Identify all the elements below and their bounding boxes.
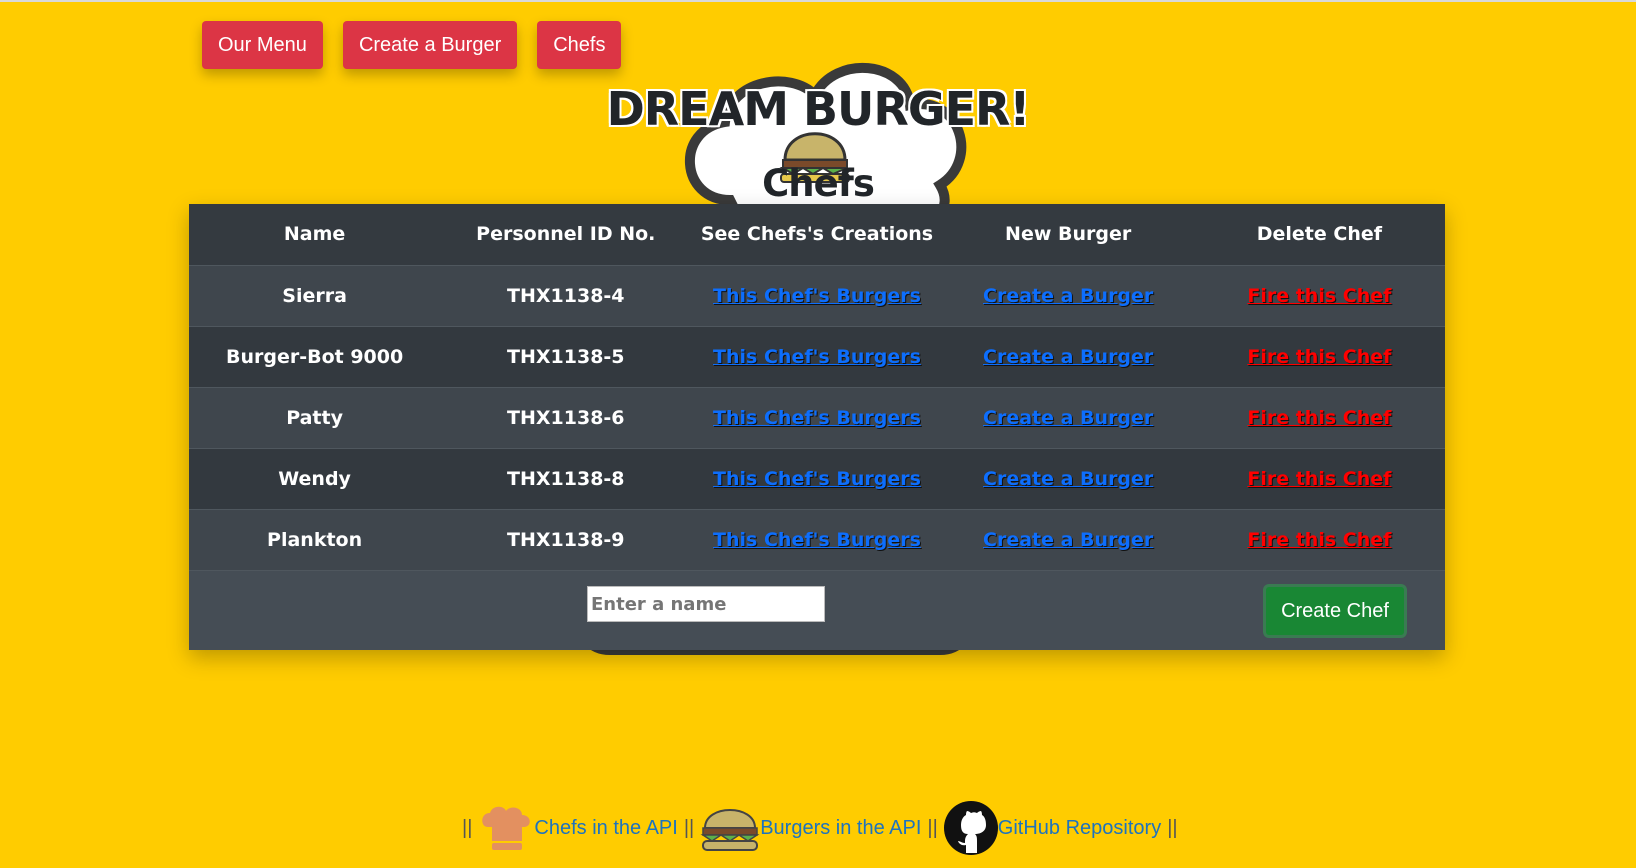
top-border <box>0 0 1636 2</box>
create-burger-link[interactable]: Create a Burger <box>983 529 1153 551</box>
create-burger-nav-button[interactable]: Create a Burger <box>342 21 518 69</box>
chefs-api-link[interactable]: Chefs in the API <box>534 817 677 840</box>
chef-burgers-link[interactable]: This Chef's Burgers <box>713 285 921 307</box>
github-icon <box>943 801 998 855</box>
chef-burgers-link[interactable]: This Chef's Burgers <box>713 468 921 490</box>
chefs-table: Name Personnel ID No. See Chefs's Creati… <box>189 204 1445 570</box>
chef-id: THX1138-5 <box>440 325 692 387</box>
burgers-api-link[interactable]: Burgers in the API <box>760 817 921 840</box>
chef-burgers-link[interactable]: This Chef's Burgers <box>713 407 921 429</box>
fire-chef-link[interactable]: Fire this Chef <box>1247 407 1391 429</box>
create-burger-link[interactable]: Create a Burger <box>983 468 1153 490</box>
chef-id: THX1138-8 <box>440 447 692 509</box>
fire-chef-link[interactable]: Fire this Chef <box>1247 346 1391 368</box>
table-header-row: Name Personnel ID No. See Chefs's Creati… <box>189 204 1445 265</box>
chef-name: Burger-Bot 9000 <box>189 325 441 387</box>
burger-icon <box>700 809 760 851</box>
footer-separator: || <box>927 816 938 839</box>
chef-name: Patty <box>189 386 441 448</box>
chef-burgers-link[interactable]: This Chef's Burgers <box>713 529 921 551</box>
column-header-delete: Delete Chef <box>1256 223 1382 246</box>
chef-name: Plankton <box>189 508 441 570</box>
footer-separator: || <box>462 816 473 839</box>
chefs-table-panel: Name Personnel ID No. See Chefs's Creati… <box>189 204 1445 650</box>
footer-separator: || <box>683 816 695 839</box>
page-title: DREAM BURGER! <box>606 82 1031 136</box>
new-chef-form: Create Chef <box>189 570 1445 649</box>
create-burger-link[interactable]: Create a Burger <box>983 285 1153 307</box>
our-menu-button[interactable]: Our Menu <box>202 21 323 69</box>
chef-hat-icon <box>482 806 531 850</box>
table-row: Plankton THX1138-9 This Chef's Burgers C… <box>189 508 1445 570</box>
table-row: Wendy THX1138-8 This Chef's Burgers Crea… <box>189 447 1445 509</box>
chef-id: THX1138-9 <box>440 508 692 570</box>
table-row: Burger-Bot 9000 THX1138-5 This Chef's Bu… <box>189 325 1445 387</box>
footer-separator: || <box>1167 816 1178 839</box>
create-chef-button[interactable]: Create Chef <box>1263 584 1407 638</box>
create-burger-link[interactable]: Create a Burger <box>983 346 1153 368</box>
footer: || Chefs in the API || Burgers in the AP… <box>462 800 1178 856</box>
fire-chef-link[interactable]: Fire this Chef <box>1247 285 1391 307</box>
chef-name: Wendy <box>189 447 441 509</box>
table-row: Patty THX1138-6 This Chef's Burgers Crea… <box>189 386 1445 448</box>
chef-id: THX1138-4 <box>440 264 692 326</box>
chef-name: Sierra <box>189 264 441 326</box>
fire-chef-link[interactable]: Fire this Chef <box>1247 468 1391 490</box>
fire-chef-link[interactable]: Fire this Chef <box>1247 529 1391 551</box>
create-burger-link[interactable]: Create a Burger <box>983 407 1153 429</box>
github-repo-link[interactable]: GitHub Repository <box>998 817 1161 840</box>
column-header-name: Name <box>283 223 346 246</box>
chef-burgers-link[interactable]: This Chef's Burgers <box>713 346 921 368</box>
column-header-creations: See Chefs's Creations <box>700 223 934 246</box>
page-subtitle: Chefs <box>762 162 875 205</box>
chef-name-input[interactable] <box>587 586 825 622</box>
chef-id: THX1138-6 <box>440 386 692 448</box>
column-header-id: Personnel ID No. <box>476 223 656 246</box>
column-header-new-burger: New Burger <box>1005 223 1132 246</box>
table-row: Sierra THX1138-4 This Chef's Burgers Cre… <box>189 264 1445 326</box>
